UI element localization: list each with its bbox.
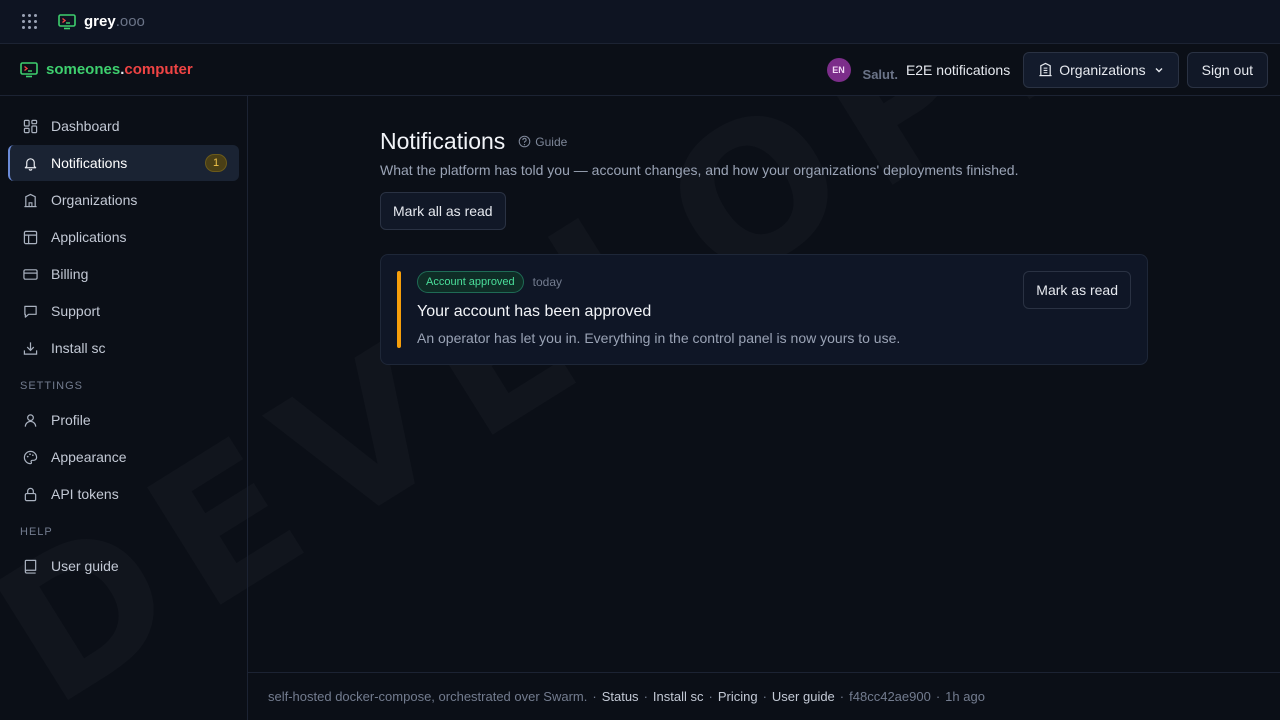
sidebar-item-api-tokens[interactable]: API tokens [8, 476, 239, 512]
message-square-icon [24, 305, 37, 318]
sign-out-button[interactable]: Sign out [1186, 51, 1268, 88]
building-icon [1039, 62, 1052, 77]
sidebar-item-user-guide[interactable]: User guide [8, 548, 239, 584]
organizations-dropdown-label: Organizations [1059, 61, 1146, 78]
footer-separator: · [708, 689, 713, 704]
building-icon [24, 193, 37, 207]
app-grid-icon[interactable] [22, 13, 38, 30]
footer-link-user-guide[interactable]: User guide [772, 689, 835, 704]
sidebar-item-profile[interactable]: Profile [8, 402, 239, 438]
sidebar-item-install-sc[interactable]: Install sc [8, 330, 239, 366]
page-title: Notifications [380, 128, 506, 154]
notification-count-badge: 1 [205, 154, 227, 172]
footer-separator: · [935, 689, 941, 704]
main-content: Notifications Guide What the platform ha… [248, 96, 1280, 672]
sidebar-item-notifications[interactable]: Notifications 1 [8, 145, 239, 181]
brand-ext: .ooo [115, 13, 145, 30]
sidebar-item-support[interactable]: Support [8, 293, 239, 329]
guide-link-label: Guide [535, 134, 568, 149]
footer-separator: · [839, 689, 845, 704]
sidebar-item-label: Appearance [51, 449, 127, 465]
sidebar-item-label: User guide [51, 558, 119, 574]
guide-link[interactable]: Guide [518, 135, 567, 149]
sidebar-item-label: Profile [51, 412, 91, 428]
sidebar: Dashboard Notifications 1 Organizations … [0, 96, 248, 720]
greeting: Salut. [862, 67, 898, 82]
terminal-icon [58, 13, 76, 30]
sidebar-item-label: API tokens [51, 486, 119, 502]
brand-part-a: someones [46, 61, 121, 78]
sidebar-item-label: Dashboard [51, 118, 120, 134]
book-icon [24, 559, 37, 574]
avatar[interactable]: EN [826, 57, 851, 82]
sidebar-item-organizations[interactable]: Organizations [8, 182, 239, 218]
notification-body: An operator has let you in. Everything i… [417, 330, 901, 346]
chevron-down-icon [1155, 67, 1163, 72]
user-icon [24, 413, 37, 427]
site-brand[interactable]: someones. computer [20, 61, 193, 78]
top-bar: grey .ooo [0, 0, 1280, 44]
sidebar-item-label: Notifications [51, 155, 128, 171]
footer-separator: · [592, 689, 597, 704]
footer-commit: f48cc42ae900 [849, 689, 931, 704]
sidebar-item-dashboard[interactable]: Dashboard [8, 108, 239, 144]
footer-link-install-sc[interactable]: Install sc [653, 689, 704, 704]
grey-brand[interactable]: grey .ooo [58, 13, 145, 30]
mark-all-read-button[interactable]: Mark all as read [380, 192, 506, 230]
lock-icon [24, 487, 37, 501]
layout-icon [23, 230, 38, 244]
sidebar-item-label: Billing [51, 266, 89, 282]
footer-separator: · [762, 689, 767, 704]
sidebar-item-label: Support [51, 303, 101, 319]
footer-link-status[interactable]: Status [602, 689, 639, 704]
notification-tag: Account approved [417, 271, 524, 293]
help-circle-icon [518, 135, 531, 148]
credit-card-icon [23, 268, 38, 280]
sidebar-item-applications[interactable]: Applications [8, 219, 239, 255]
sidebar-item-appearance[interactable]: Appearance [8, 439, 239, 475]
sidebar-item-label: Install sc [51, 340, 106, 356]
settings-section-label: SETTINGS [20, 380, 84, 392]
footer-age: 1h ago [945, 689, 985, 704]
brand-name: grey [84, 13, 116, 30]
mark-as-read-button[interactable]: Mark as read [1023, 271, 1131, 309]
sidebar-item-label: Applications [51, 229, 127, 245]
dashboard-icon [23, 119, 38, 133]
sidebar-item-label: Organizations [51, 192, 138, 208]
terminal-icon [20, 61, 38, 78]
notification-title: Your account has been approved [417, 303, 652, 320]
footer: self-hosted docker-compose, orchestrated… [248, 672, 1280, 720]
download-icon [23, 341, 38, 355]
palette-icon [23, 450, 38, 464]
unread-indicator [397, 271, 401, 348]
notification-time: today [532, 275, 563, 289]
current-org-name: E2E notifications [905, 61, 1011, 78]
footer-text: self-hosted docker-compose, orchestrated… [268, 689, 588, 704]
sidebar-item-billing[interactable]: Billing [8, 256, 239, 292]
bell-icon [24, 157, 37, 171]
help-section-label: HELP [20, 526, 53, 538]
page-subtitle: What the platform has told you — account… [380, 162, 1019, 178]
organizations-dropdown[interactable]: Organizations [1023, 51, 1179, 88]
sub-bar: someones. computer EN Salut. E2E notifica… [0, 44, 1280, 96]
brand-part-b: computer [124, 61, 193, 78]
footer-separator: · [643, 689, 648, 704]
footer-link-pricing[interactable]: Pricing [718, 689, 758, 704]
notification-card: Account approved today Your account has … [380, 254, 1148, 365]
